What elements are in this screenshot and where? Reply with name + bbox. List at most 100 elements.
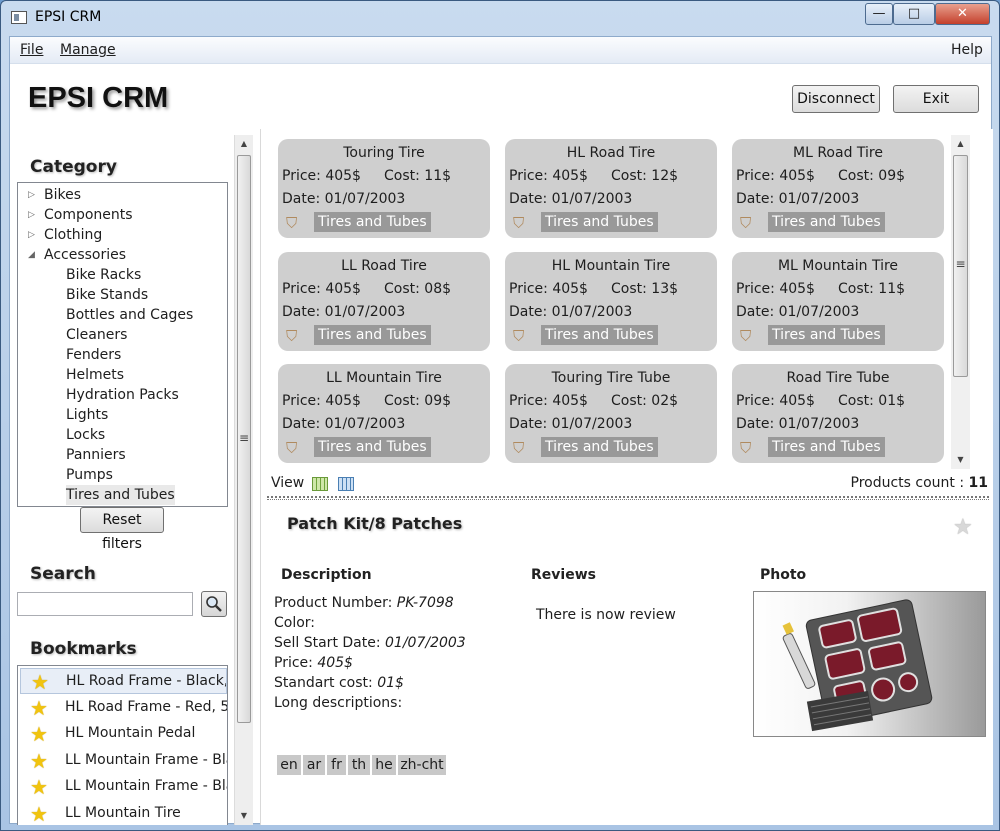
collapsed-arrow-icon[interactable]: ▷ [28,185,40,205]
star-icon: ★ [30,801,48,826]
language-chip[interactable]: th [348,755,370,775]
tree-item[interactable]: Pumps [66,465,113,485]
tree-item[interactable]: Locks [66,425,105,445]
menu-file[interactable]: File [20,42,43,58]
tree-item[interactable]: Hydration Packs [66,385,179,405]
menu-manage[interactable]: Manage [60,42,116,58]
tree-item-label: Bikes [44,187,82,203]
product-number-line: Product Number: PK-7098 [274,595,454,611]
scroll-down-arrow[interactable]: ▼ [235,811,253,820]
product-price: Price: 405$ [282,168,361,184]
grid-scroll-up-arrow[interactable]: ▲ [951,139,970,148]
tree-item-label: Locks [66,427,106,443]
tree-item[interactable]: Cleaners [66,325,127,345]
menu-help[interactable]: Help [951,42,983,58]
bookmark-item[interactable]: ★ HL Road Frame - Black, 5 [20,668,227,694]
product-name: ML Road Tire [793,145,883,161]
tree-item[interactable]: Bottles and Cages [66,305,193,325]
bookmarks-list[interactable]: ★ HL Road Frame - Black, 5 ★ HL Road Frame … [17,665,228,825]
product-card[interactable]: LL Mountain Tire Price: 405$ Cost: 09$ Date… [278,364,490,463]
product-card[interactable]: ML Mountain Tire Price: 405$ Cost: 11$ Date… [732,251,944,351]
category-title: Category [30,157,117,177]
menu-manage-label: Manage [60,42,116,58]
products-count-label: Products count : [850,475,969,491]
maximize-button[interactable]: □ [893,3,935,25]
tree-item[interactable]: Fenders [66,345,121,365]
product-card[interactable]: Touring Tire Tube Price: 405$ Cost: 02$ Dat… [505,364,717,463]
favorite-star-icon[interactable]: ★ [953,515,973,540]
product-cost: Cost: 09$ [384,393,452,409]
product-price: Price: 405$ [282,393,361,409]
list-view-icon[interactable] [338,477,354,491]
product-name: Touring Tire Tube [551,370,671,386]
tree-item-label: Bottles and Cages [66,307,194,323]
product-category-badge: Tires and Tubes [768,437,885,457]
bookmark-item[interactable]: ★ HL Mountain Pedal [20,721,227,747]
exit-button[interactable]: Exit [893,85,979,113]
collapsed-arrow-icon[interactable]: ▷ [28,225,40,245]
language-chip[interactable]: he [372,755,396,775]
disconnect-button[interactable]: Disconnect [792,85,880,113]
tree-item[interactable]: Bike Racks [66,265,141,285]
tree-item[interactable]: Helmets [66,365,124,385]
collapsed-arrow-icon[interactable]: ▷ [28,205,40,225]
tree-item-label: Bike Racks [66,267,142,283]
product-card[interactable]: HL Road Tire Price: 405$ Cost: 12$ Date: 01… [505,139,717,238]
bookmark-item[interactable]: ★ LL Mountain Frame - Bla [20,774,227,800]
left-pane: Category ▷ Bikes ▷ Components ▷ Clothing ◢ Acce… [10,129,232,825]
tree-item[interactable]: ▷ Bikes [28,185,81,205]
star-icon: ★ [30,695,48,720]
bookmark-item[interactable]: ★ LL Mountain Frame - Bla [20,748,227,774]
minimize-button[interactable]: — [865,3,893,25]
left-pane-scrollbar[interactable]: ▲ ≡ ▼ [234,135,253,825]
product-price: Price: 405$ [282,280,361,297]
grid-scroll-down-arrow[interactable]: ▼ [951,455,970,464]
search-input[interactable] [17,592,193,616]
tree-item[interactable]: ◢ Accessories [28,245,126,265]
product-cost: Cost: 12$ [611,168,679,184]
product-name: LL Road Tire [341,257,427,274]
grid-view-icon[interactable] [312,477,328,491]
expanded-arrow-icon[interactable]: ◢ [28,245,40,265]
reset-filters-button[interactable]: Reset filters [80,507,164,552]
bookmark-item[interactable]: ★ HL Road Frame - Red, 58 [20,695,227,721]
category-tree[interactable]: ▷ Bikes ▷ Components ▷ Clothing ◢ Accessories Bi… [17,182,228,507]
product-card[interactable]: HL Mountain Tire Price: 405$ Cost: 13$ Date… [505,251,717,351]
tree-item[interactable]: Lights [66,405,108,425]
splitter[interactable] [267,496,989,500]
tree-item-label: Tires and Tubes [66,487,175,503]
tree-item[interactable]: Tires and Tubes [66,485,175,505]
tree-item[interactable]: ▷ Components [28,205,133,225]
product-grid-scrollbar[interactable]: ▲ ≡ ▼ [951,135,970,469]
product-category-badge: Tires and Tubes [541,437,658,457]
standard-cost-line: Standart cost: 01$ [274,675,404,691]
bookmark-item[interactable]: ★ LL Mountain Tire [20,801,227,826]
product-cost: Cost: 11$ [838,280,906,297]
tree-item[interactable]: Panniers [66,445,126,465]
product-card[interactable]: ML Road Tire Price: 405$ Cost: 09$ Date: 01… [732,139,944,238]
product-card[interactable]: Road Tire Tube Price: 405$ Cost: 01$ Date: … [732,364,944,463]
product-card[interactable]: Touring Tire Price: 405$ Cost: 11$ Date: 01… [278,139,490,238]
bookmark-label: LL Mountain Frame - Bla [65,751,227,768]
tree-item[interactable]: Bike Stands [66,285,148,305]
tree-item-label: Lights [66,407,109,423]
product-card[interactable]: LL Road Tire Price: 405$ Cost: 08$ Date: 01… [278,251,490,351]
product-date: Date: 01/07/2003 [736,191,860,207]
language-chip[interactable]: ar [303,755,325,775]
long-descriptions-label: Long descriptions: [274,695,403,711]
scroll-up-arrow[interactable]: ▲ [235,139,253,148]
product-name: ML Mountain Tire [777,257,899,274]
language-chip[interactable]: fr [327,755,346,775]
close-button[interactable]: ✕ [935,3,990,25]
bookmarks-title: Bookmarks [30,639,137,659]
product-name: Touring Tire [343,145,425,161]
language-chip[interactable]: zh-cht [398,755,446,775]
search-button[interactable] [201,591,227,617]
standard-cost-label: Standart cost: [274,675,378,691]
tree-item[interactable]: ▷ Clothing [28,225,102,245]
language-chip[interactable]: en [277,755,301,775]
products-count-value: 11 [968,475,988,491]
bookmark-label: HL Road Frame - Red, 58 [65,698,227,715]
app-icon [11,11,27,24]
sell-start-value: 01/07/2003 [385,635,466,651]
